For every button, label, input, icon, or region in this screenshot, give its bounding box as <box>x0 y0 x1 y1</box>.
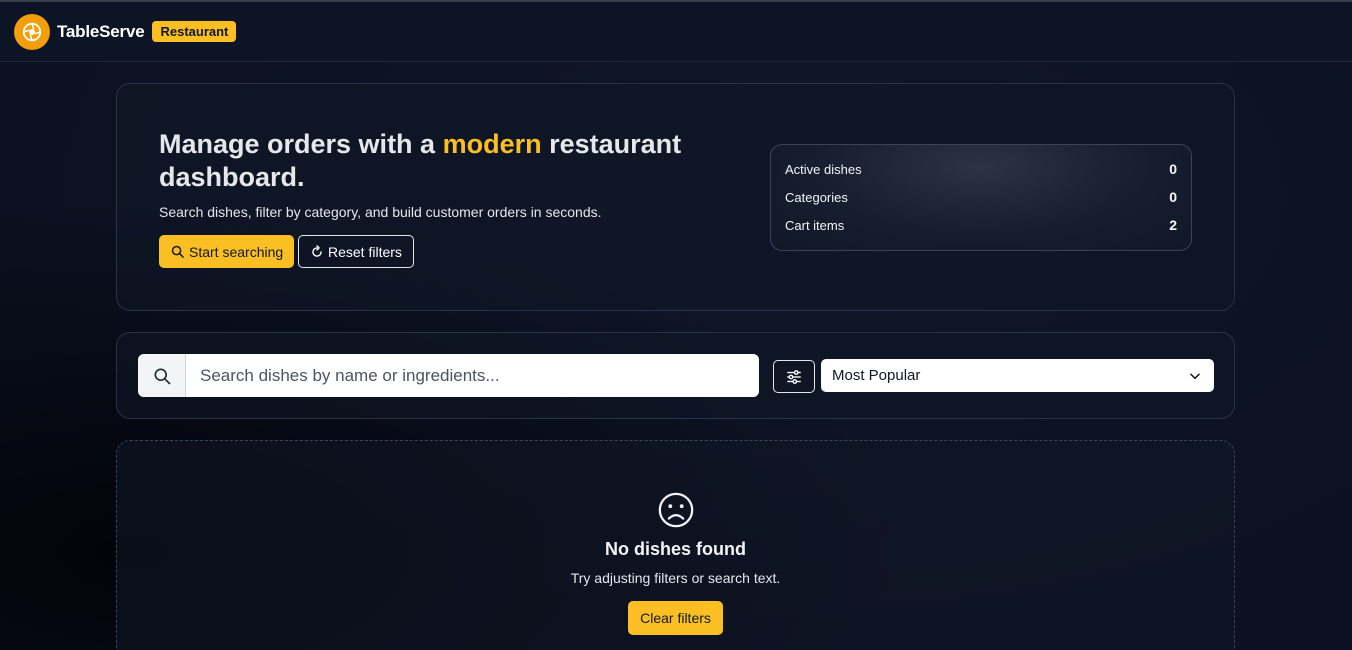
stat-label: Active dishes <box>785 161 862 177</box>
start-searching-label: Start searching <box>189 243 284 260</box>
stat-cart-items: Cart items 2 <box>785 211 1177 239</box>
sort-select[interactable]: Most Popular <box>821 359 1214 392</box>
hero-title-prefix: Manage orders with a <box>159 129 443 159</box>
reset-filters-label: Reset filters <box>328 243 402 260</box>
search-box <box>138 354 759 397</box>
search-icon <box>171 245 184 258</box>
stat-label: Categories <box>785 189 848 205</box>
stats-panel: Active dishes 0 Categories 0 Cart items … <box>770 144 1192 251</box>
brand-badge: Restaurant <box>152 21 237 42</box>
logo[interactable] <box>14 13 50 50</box>
stat-active-dishes: Active dishes 0 <box>785 155 1177 183</box>
reset-filters-button[interactable]: Reset filters <box>298 235 414 268</box>
sliders-icon <box>787 369 801 384</box>
stat-label: Cart items <box>785 217 845 233</box>
search-input[interactable] <box>186 354 759 397</box>
hero-card: Manage orders with a modern restaurant d… <box>116 83 1235 311</box>
chevron-down-icon <box>1190 372 1200 379</box>
refresh-icon <box>312 244 322 257</box>
camera-lens-icon <box>22 22 42 41</box>
hero-title-highlight: modern <box>442 129 542 159</box>
search-icon-addon[interactable] <box>138 354 186 397</box>
stat-value: 0 <box>1169 189 1177 205</box>
stat-value: 2 <box>1169 217 1177 233</box>
empty-state: No dishes found Try adjusting filters or… <box>117 491 1234 635</box>
stat-categories: Categories 0 <box>785 183 1177 211</box>
navbar: TableServe Restaurant <box>0 2 1352 62</box>
stat-value: 0 <box>1169 161 1177 177</box>
empty-state-title: No dishes found <box>605 539 746 559</box>
sort-selected-value: Most Popular <box>832 367 921 384</box>
search-card: Most Popular <box>116 332 1235 419</box>
search-icon <box>154 368 170 384</box>
sad-face-icon <box>658 492 693 528</box>
start-searching-button[interactable]: Start searching <box>159 235 295 268</box>
hero-subtitle: Search dishes, filter by category, and b… <box>159 204 602 220</box>
hero-title: Manage orders with a modern restaurant d… <box>159 128 719 194</box>
filter-button[interactable] <box>773 360 815 393</box>
empty-state-subtitle: Try adjusting filters or search text. <box>570 570 781 586</box>
brand-name[interactable]: TableServe <box>57 22 145 42</box>
clear-filters-button[interactable]: Clear filters <box>628 601 723 635</box>
empty-state-card: No dishes found Try adjusting filters or… <box>116 440 1235 650</box>
